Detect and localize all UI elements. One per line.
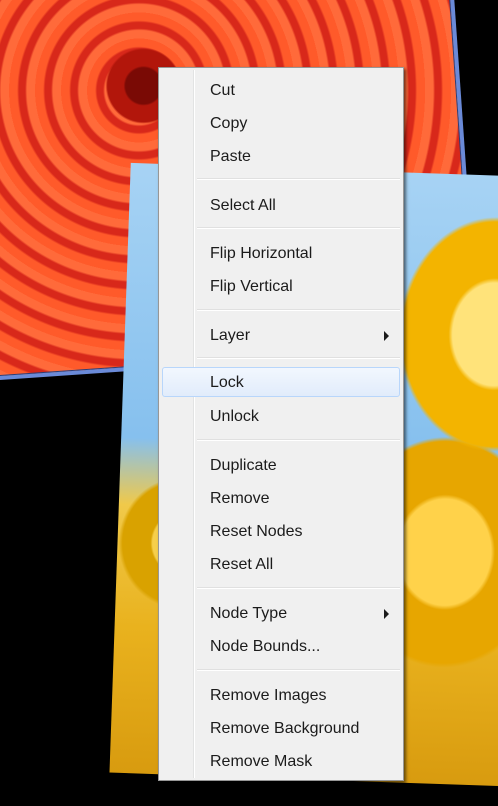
context-menu: Cut Copy Paste Select All Flip Horizonta… (158, 67, 404, 781)
menu-item-remove[interactable]: Remove (162, 483, 400, 513)
menu-item-label: Node Bounds... (210, 638, 321, 655)
menu-item-node-type[interactable]: Node Type (162, 598, 400, 628)
menu-item-label: Copy (210, 115, 248, 132)
menu-separator (197, 178, 400, 180)
menu-separator (197, 669, 400, 671)
menu-separator (197, 587, 400, 589)
menu-item-label: Paste (210, 148, 251, 165)
menu-item-cut[interactable]: Cut (162, 75, 400, 105)
menu-item-label: Remove Images (210, 687, 327, 704)
menu-item-flip-horizontal[interactable]: Flip Horizontal (162, 238, 400, 268)
menu-item-label: Node Type (210, 605, 288, 622)
menu-separator (197, 309, 400, 311)
submenu-arrow-icon (384, 609, 389, 619)
menu-item-layer[interactable]: Layer (162, 320, 400, 350)
menu-item-label: Remove Background (210, 720, 360, 737)
menu-item-label: Reset All (210, 556, 274, 573)
menu-item-reset-all[interactable]: Reset All (162, 549, 400, 579)
menu-item-lock[interactable]: Lock (162, 367, 400, 397)
menu-item-remove-mask[interactable]: Remove Mask (162, 746, 400, 776)
menu-item-duplicate[interactable]: Duplicate (162, 450, 400, 480)
menu-item-label: Remove (210, 490, 270, 507)
menu-item-label: Duplicate (210, 457, 277, 474)
submenu-arrow-icon (384, 331, 389, 341)
menu-item-select-all[interactable]: Select All (162, 190, 400, 220)
menu-item-label: Flip Horizontal (210, 245, 313, 262)
menu-item-paste[interactable]: Paste (162, 141, 400, 171)
menu-item-label: Reset Nodes (210, 523, 303, 540)
menu-item-label: Remove Mask (210, 753, 313, 770)
menu-item-flip-vertical[interactable]: Flip Vertical (162, 271, 400, 301)
menu-item-remove-images[interactable]: Remove Images (162, 680, 400, 710)
menu-item-remove-background[interactable]: Remove Background (162, 713, 400, 743)
menu-separator (197, 357, 400, 359)
menu-item-label: Lock (210, 374, 244, 391)
menu-item-label: Layer (210, 327, 251, 344)
menu-item-reset-nodes[interactable]: Reset Nodes (162, 516, 400, 546)
menu-item-label: Cut (210, 82, 235, 99)
menu-item-copy[interactable]: Copy (162, 108, 400, 138)
menu-item-label: Select All (210, 197, 276, 214)
menu-item-label: Flip Vertical (210, 278, 293, 295)
menu-item-unlock[interactable]: Unlock (162, 401, 400, 431)
menu-separator (197, 439, 400, 441)
menu-item-node-bounds[interactable]: Node Bounds... (162, 631, 400, 661)
menu-separator (197, 227, 400, 229)
menu-item-label: Unlock (210, 408, 259, 425)
